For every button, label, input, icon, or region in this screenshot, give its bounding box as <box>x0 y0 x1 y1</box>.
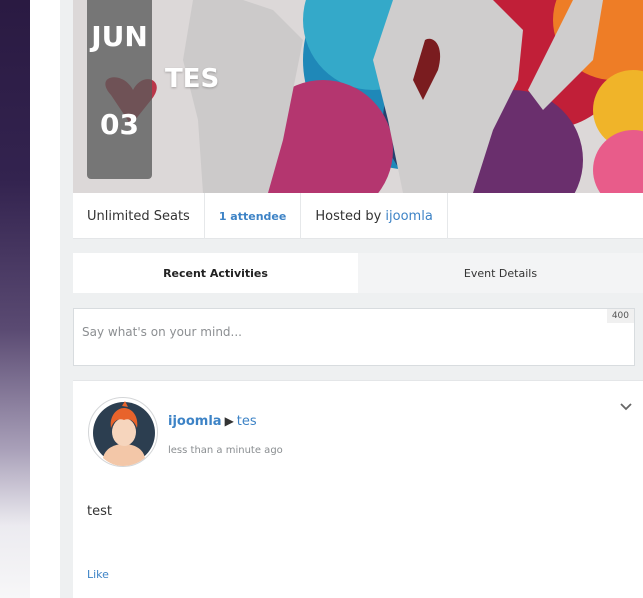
event-title: TES <box>165 64 220 94</box>
activity-headline: ijoomla ▶ tes <box>168 414 257 429</box>
attendees-cell: 1 attendee <box>205 193 302 239</box>
target-link[interactable]: tes <box>237 414 257 429</box>
event-date-badge: JUN 03 <box>87 0 152 179</box>
status-composer: 400 <box>73 308 635 366</box>
event-month: JUN <box>91 20 148 53</box>
event-page: JUN 03 TES Unlimited Seats 1 attendee Ho… <box>60 0 643 598</box>
actor-link[interactable]: ijoomla <box>168 414 222 429</box>
cover-artwork <box>73 0 643 193</box>
event-meta-bar: Unlimited Seats 1 attendee Hosted by ijo… <box>73 193 643 239</box>
activity-text: test <box>87 504 112 519</box>
char-counter: 400 <box>606 309 634 323</box>
hosted-by-label: Hosted by <box>315 208 382 224</box>
chevron-down-icon <box>620 403 632 411</box>
event-tabs: Recent Activities Event Details <box>73 253 643 293</box>
status-input[interactable] <box>74 309 634 365</box>
left-sidebar-strip <box>0 0 30 598</box>
host-info: Hosted by ijoomla <box>301 193 448 239</box>
activity-options-button[interactable] <box>619 399 633 413</box>
like-link[interactable]: Like <box>87 568 109 581</box>
tab-event-details[interactable]: Event Details <box>358 253 643 293</box>
event-cover: JUN 03 TES <box>73 0 643 193</box>
avatar-icon <box>93 401 155 466</box>
tab-recent-activities[interactable]: Recent Activities <box>73 253 358 293</box>
triangle-right-icon: ▶ <box>224 414 234 428</box>
attendees-link[interactable]: 1 attendee <box>219 210 287 223</box>
avatar[interactable] <box>88 397 158 467</box>
left-gutter <box>30 0 60 598</box>
activity-item: ijoomla ▶ tes less than a minute ago test … <box>73 380 643 598</box>
seats-info: Unlimited Seats <box>73 193 205 239</box>
host-link[interactable]: ijoomla <box>385 209 432 224</box>
event-day: 03 <box>100 108 139 141</box>
activity-timestamp: less than a minute ago <box>168 445 283 456</box>
